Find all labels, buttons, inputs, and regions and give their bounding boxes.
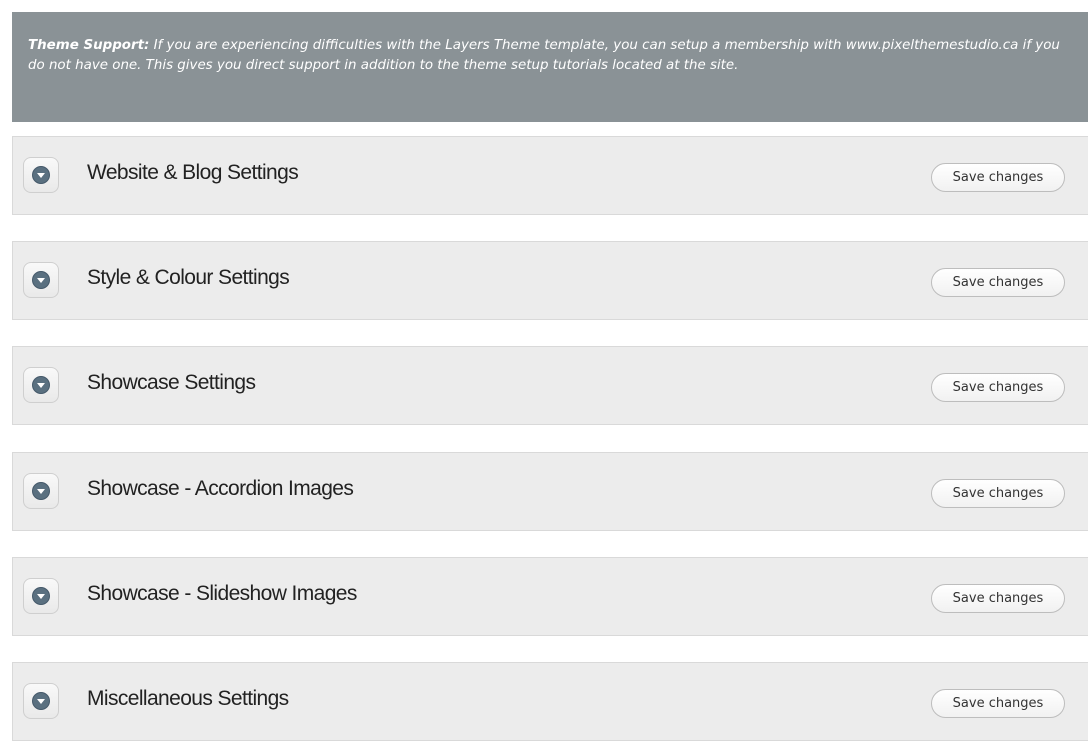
expand-arrow-icon (32, 166, 50, 184)
section-toggle-button[interactable] (23, 473, 59, 509)
expand-arrow-icon (32, 376, 50, 394)
expand-arrow-icon (32, 587, 50, 605)
section-title: Website & Blog Settings (87, 161, 299, 184)
expand-arrow-icon (32, 692, 50, 710)
save-changes-button[interactable]: Save changes (931, 268, 1065, 297)
section-toggle-button[interactable] (23, 683, 59, 719)
save-changes-button[interactable]: Save changes (931, 373, 1065, 402)
section-toggle-button[interactable] (23, 157, 59, 193)
section-title: Showcase - Slideshow Images (87, 582, 357, 605)
expand-arrow-icon (32, 271, 50, 289)
save-changes-button[interactable]: Save changes (931, 479, 1065, 508)
section-website-blog-settings: Website & Blog Settings Save changes (12, 136, 1088, 215)
section-title: Style & Colour Settings (87, 266, 290, 289)
section-showcase-accordion-images: Showcase - Accordion Images Save changes (12, 452, 1088, 531)
section-showcase-slideshow-images: Showcase - Slideshow Images Save changes (12, 557, 1088, 636)
save-changes-button[interactable]: Save changes (931, 584, 1065, 613)
section-title: Showcase Settings (87, 371, 256, 394)
save-changes-button[interactable]: Save changes (931, 689, 1065, 718)
section-toggle-button[interactable] (23, 262, 59, 298)
section-miscellaneous-settings: Miscellaneous Settings Save changes (12, 662, 1088, 741)
expand-arrow-icon (32, 482, 50, 500)
section-toggle-button[interactable] (23, 578, 59, 614)
notice-label: Theme Support: (28, 38, 150, 53)
section-title: Showcase - Accordion Images (87, 477, 354, 500)
theme-support-notice: Theme Support: If you are experiencing d… (12, 12, 1088, 122)
section-style-colour-settings: Style & Colour Settings Save changes (12, 241, 1088, 320)
section-toggle-button[interactable] (23, 367, 59, 403)
save-changes-button[interactable]: Save changes (931, 163, 1065, 192)
section-showcase-settings: Showcase Settings Save changes (12, 346, 1088, 425)
notice-text: If you are experiencing difficulties wit… (28, 38, 1060, 73)
section-title: Miscellaneous Settings (87, 687, 289, 710)
